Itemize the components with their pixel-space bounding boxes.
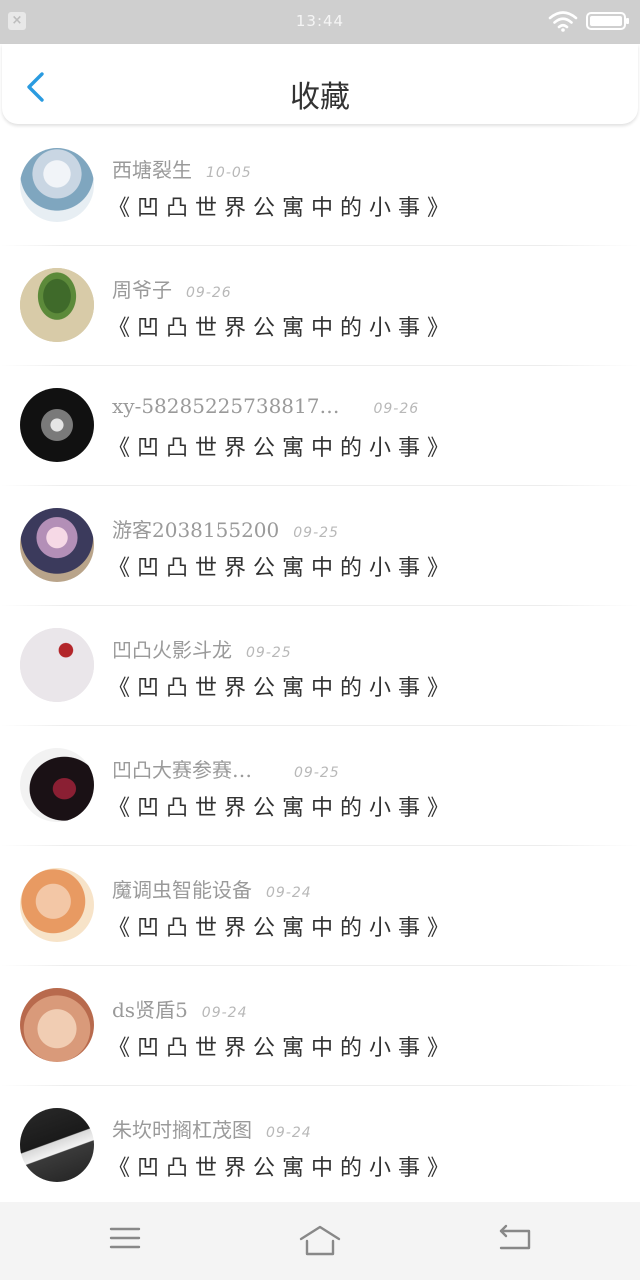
item-date: 09-25 xyxy=(246,645,292,661)
bottom-navigation xyxy=(0,1202,640,1280)
item-date: 09-25 xyxy=(294,765,340,781)
favorites-list: 西塘裂生 10-05 《凹凸世界公寓中的小事》 周爷子 09-26 《凹凸世界公寓中… xyxy=(0,126,640,1206)
status-time: 13:44 xyxy=(295,12,345,30)
avatar[interactable] xyxy=(20,1108,94,1182)
item-title[interactable]: 《凹凸世界公寓中的小事》 xyxy=(108,430,456,462)
item-date: 09-25 xyxy=(293,525,339,541)
avatar[interactable] xyxy=(20,628,94,702)
item-name[interactable]: 魔调虫智能设备 xyxy=(112,878,252,902)
list-item[interactable]: 朱坎时搁杠茂图 09-24 《凹凸世界公寓中的小事》 xyxy=(0,1086,640,1206)
list-item[interactable]: 周爷子 09-26 《凹凸世界公寓中的小事》 xyxy=(0,246,640,366)
item-name[interactable]: 凹凸大赛参赛… xyxy=(112,758,252,782)
page-title: 收藏 xyxy=(290,80,350,115)
list-item[interactable]: xy-58285225738817… 09-26 《凹凸世界公寓中的小事》 xyxy=(0,366,640,486)
list-item[interactable]: 游客2038155200 09-25 《凹凸世界公寓中的小事》 xyxy=(0,486,640,606)
item-date: 10-05 xyxy=(206,165,252,181)
item-name[interactable]: ds贤盾5 xyxy=(112,998,188,1022)
item-name[interactable]: 周爷子 xyxy=(112,278,172,302)
wifi-icon xyxy=(548,11,578,32)
item-date: 09-26 xyxy=(373,401,420,417)
menu-icon[interactable] xyxy=(108,1224,142,1252)
status-bar: × 13:44 xyxy=(0,0,640,44)
avatar[interactable] xyxy=(20,508,94,582)
list-item[interactable]: 西塘裂生 10-05 《凹凸世界公寓中的小事》 xyxy=(0,126,640,246)
list-item[interactable]: ds贤盾5 09-24 《凹凸世界公寓中的小事》 xyxy=(0,966,640,1086)
list-item[interactable]: 凹凸大赛参赛… 09-25 《凹凸世界公寓中的小事》 xyxy=(0,726,640,846)
list-item[interactable]: 魔调虫智能设备 09-24 《凹凸世界公寓中的小事》 xyxy=(0,846,640,966)
item-title[interactable]: 《凹凸世界公寓中的小事》 xyxy=(108,190,456,222)
item-date: 09-26 xyxy=(186,285,232,301)
avatar[interactable] xyxy=(20,148,94,222)
avatar[interactable] xyxy=(20,988,94,1062)
header: 收藏 xyxy=(2,44,638,124)
item-name[interactable]: 朱坎时搁杠茂图 xyxy=(112,1118,252,1142)
avatar[interactable] xyxy=(20,268,94,342)
item-title[interactable]: 《凹凸世界公寓中的小事》 xyxy=(108,790,456,822)
item-title[interactable]: 《凹凸世界公寓中的小事》 xyxy=(108,670,456,702)
item-date: 09-24 xyxy=(266,885,312,901)
item-name[interactable]: 凹凸火影斗龙 xyxy=(112,638,232,662)
item-name[interactable]: 西塘裂生 xyxy=(112,158,192,182)
item-title[interactable]: 《凹凸世界公寓中的小事》 xyxy=(108,1030,456,1062)
item-date: 09-24 xyxy=(266,1125,312,1141)
item-title[interactable]: 《凹凸世界公寓中的小事》 xyxy=(108,1150,456,1182)
home-icon[interactable] xyxy=(298,1224,342,1258)
item-title[interactable]: 《凹凸世界公寓中的小事》 xyxy=(108,910,456,942)
item-title[interactable]: 《凹凸世界公寓中的小事》 xyxy=(108,550,456,582)
item-date: 09-24 xyxy=(201,1005,248,1021)
battery-icon xyxy=(586,12,629,30)
item-title[interactable]: 《凹凸世界公寓中的小事》 xyxy=(108,310,456,342)
avatar[interactable] xyxy=(20,868,94,942)
item-name[interactable]: 游客2038155200 xyxy=(112,518,279,542)
list-item[interactable]: 凹凸火影斗龙 09-25 《凹凸世界公寓中的小事》 xyxy=(0,606,640,726)
item-name[interactable]: xy-58285225738817… xyxy=(112,394,339,418)
back-arrow-icon[interactable] xyxy=(498,1224,532,1254)
avatar[interactable] xyxy=(20,748,94,822)
avatar[interactable] xyxy=(20,388,94,462)
